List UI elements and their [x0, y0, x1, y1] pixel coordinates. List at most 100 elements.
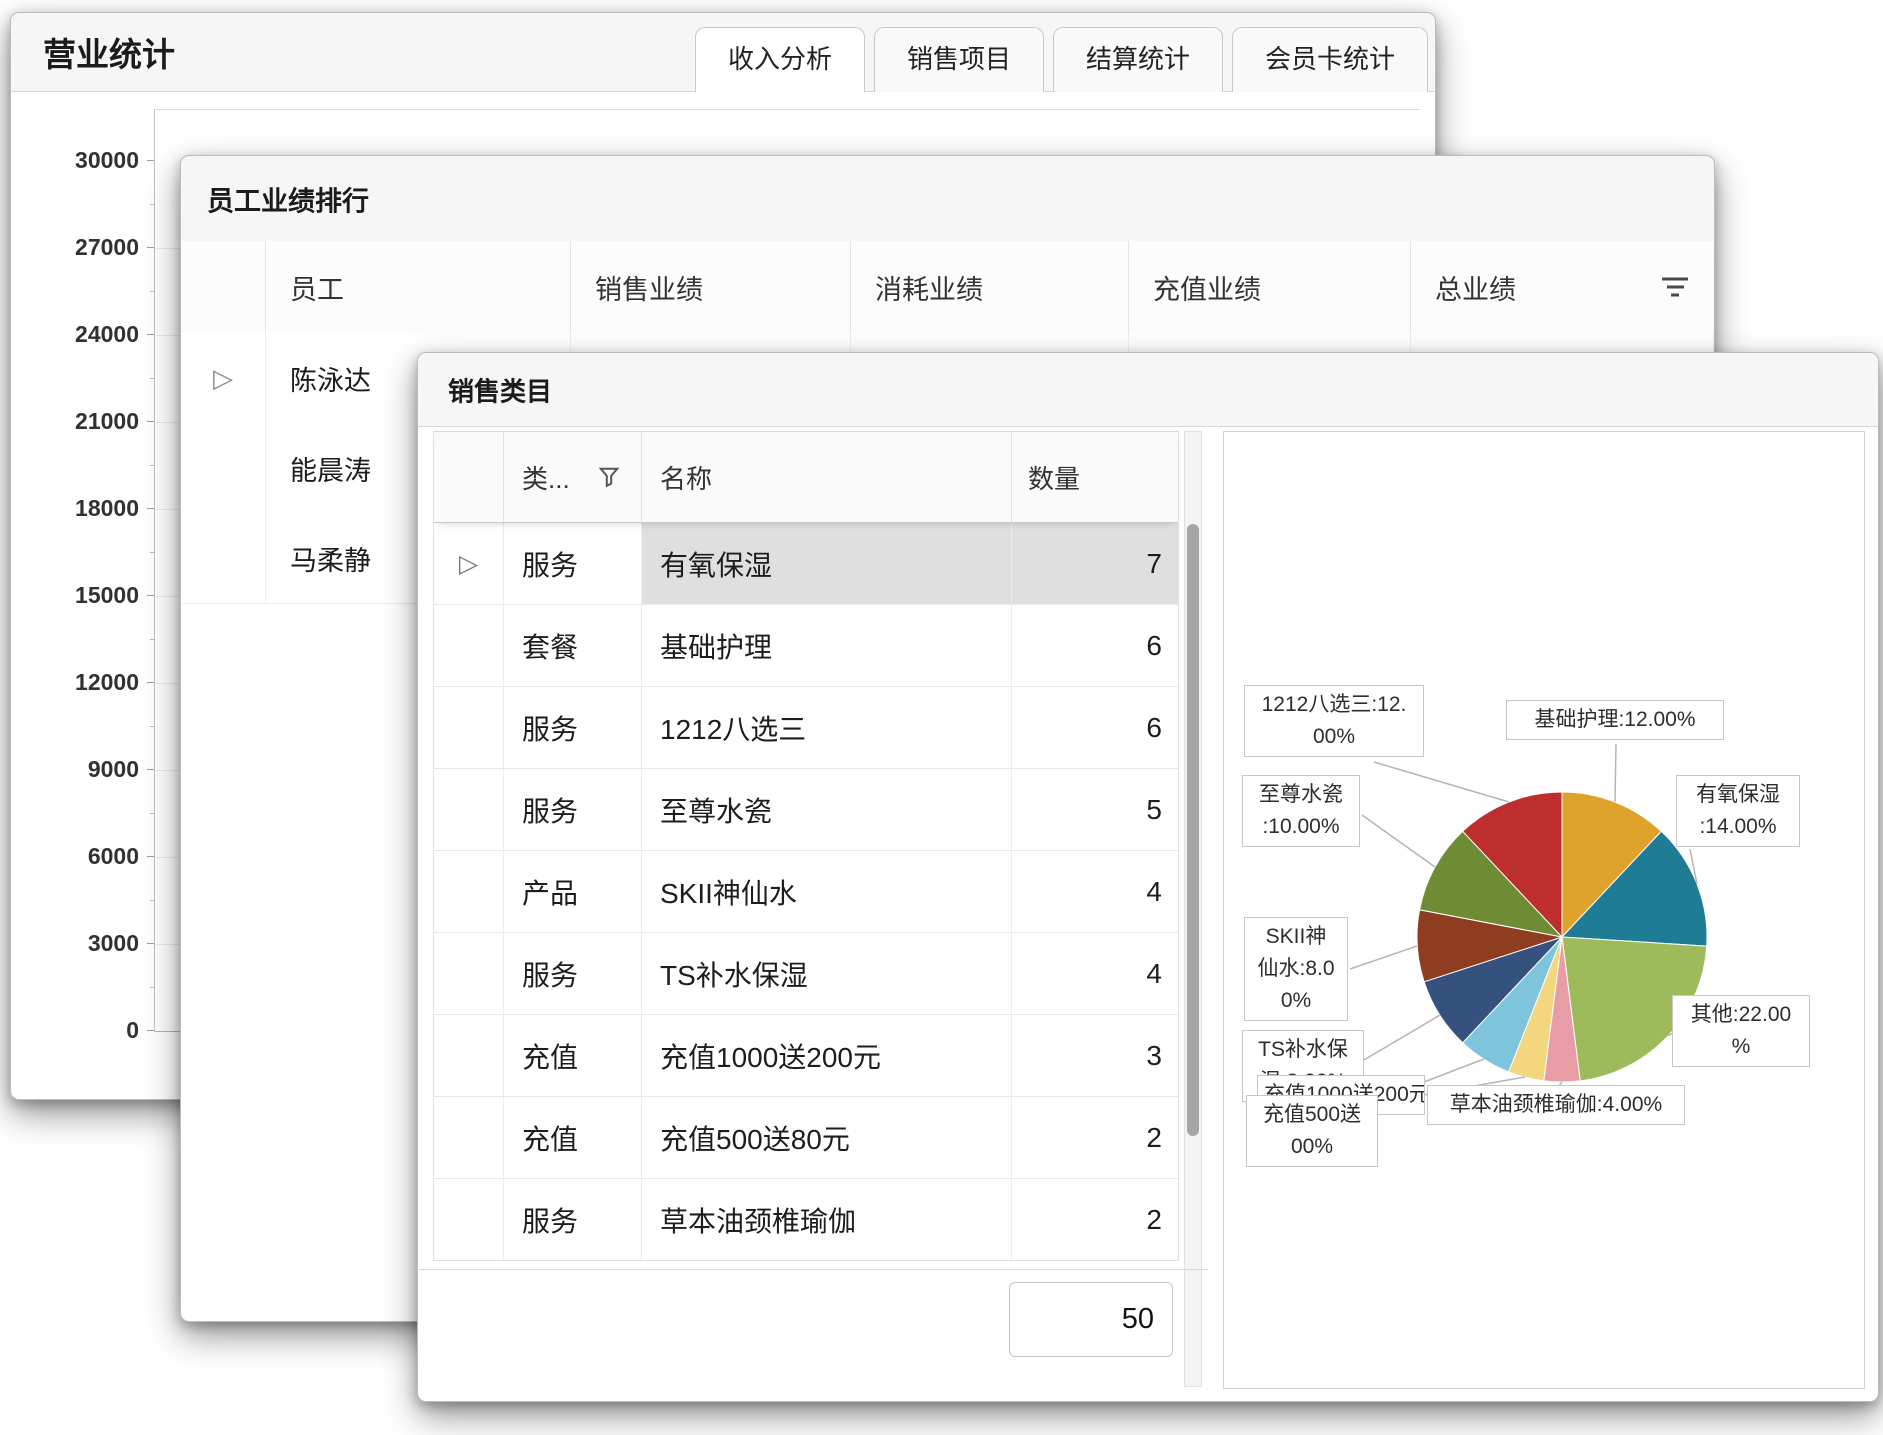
qty-cell: 4: [1012, 851, 1178, 932]
column-header-label: 消耗业绩: [875, 268, 983, 307]
employee-ranking-title: 员工业绩排行: [207, 179, 369, 218]
pie-slices: [1417, 792, 1707, 1082]
pie-label-line: 草本油颈椎瑜伽:4.00%: [1434, 1089, 1678, 1121]
row-expand-cell: [434, 1179, 504, 1260]
pie-label-line: 其他:22.00: [1679, 999, 1803, 1031]
tab-销售项目[interactable]: 销售项目: [874, 27, 1044, 92]
pie-label-line: 1212八选三:12.: [1251, 689, 1417, 721]
row-expand-cell: [434, 687, 504, 768]
filter-funnel-icon[interactable]: [598, 466, 620, 488]
sales-row[interactable]: 服务草本油颈椎瑜伽2: [434, 1178, 1178, 1260]
category-column-label: 类...: [522, 459, 570, 496]
name-cell: SKII神仙水: [642, 851, 1012, 932]
pie-label-line: :14.00%: [1683, 811, 1793, 843]
sales-category-table: 类... 名称 数量 ▷服务有氧保湿7套餐基础护理6服务1212八选三6服务至尊…: [433, 431, 1179, 1261]
sales-row[interactable]: 服务TS补水保湿4: [434, 932, 1178, 1014]
pie-label-ljichu: 基础护理:12.00%: [1506, 700, 1724, 740]
y-axis-minor-tick: [150, 291, 154, 292]
pie-label-line: TS补水保: [1249, 1034, 1357, 1066]
category-cell: 充值: [504, 1015, 642, 1096]
sales-row[interactable]: 产品SKII神仙水4: [434, 850, 1178, 932]
sales-row[interactable]: 充值充值500送80元2: [434, 1096, 1178, 1178]
row-expand-cell: [434, 1015, 504, 1096]
y-axis-major-tick: [147, 247, 154, 248]
column-header-总业绩: 总业绩: [1411, 241, 1714, 333]
pie-label-line: 基础护理:12.00%: [1513, 704, 1717, 736]
employee-ranking-titlebar: 员工业绩排行: [181, 156, 1714, 242]
row-expand-cell: [434, 851, 504, 932]
pie-label-line: SKII神: [1251, 921, 1341, 953]
y-axis-tick-label: 24000: [25, 318, 139, 350]
y-axis-tick-label: 3000: [25, 927, 139, 959]
summary-divider: [419, 1269, 1208, 1270]
sales-table-header: 类... 名称 数量: [434, 432, 1178, 523]
category-cell: 服务: [504, 687, 642, 768]
category-cell: 服务: [504, 523, 642, 604]
qty-cell: 6: [1012, 687, 1178, 768]
y-axis-major-tick: [147, 508, 154, 509]
pie-label-lskii: SKII神仙水:8.00%: [1244, 917, 1348, 1021]
y-axis-minor-tick: [150, 813, 154, 814]
row-expand-cell: [434, 605, 504, 686]
pie-label-lqita: 其他:22.00%: [1672, 995, 1810, 1067]
y-axis-minor-tick: [150, 552, 154, 553]
name-cell: TS补水保湿: [642, 933, 1012, 1014]
y-axis-major-tick: [147, 856, 154, 857]
tab-结算统计[interactable]: 结算统计: [1053, 27, 1223, 92]
tab-收入分析[interactable]: 收入分析: [695, 27, 865, 92]
y-axis-major-tick: [147, 682, 154, 683]
category-cell: 服务: [504, 769, 642, 850]
sales-row[interactable]: ▷服务有氧保湿7: [434, 523, 1178, 604]
pie-label-l1212: 1212八选三:12.00%: [1244, 685, 1424, 757]
row-expand-cell: [434, 769, 504, 850]
sales-category-titlebar: 销售类目: [418, 353, 1878, 427]
column-filter-icon[interactable]: [1662, 278, 1688, 297]
y-axis-minor-tick: [150, 378, 154, 379]
y-axis-major-tick: [147, 769, 154, 770]
pie-chart-panel: 1212八选三:12.00%基础护理:12.00%有氧保湿:14.00%至尊水瓷…: [1223, 431, 1865, 1389]
column-header-label: 员工: [290, 268, 344, 307]
sales-row[interactable]: 充值充值1000送200元3: [434, 1014, 1178, 1096]
row-expand-arrow[interactable]: ▷: [181, 333, 266, 423]
pie-label-lcz500: 充值500送00%: [1246, 1095, 1378, 1167]
pie-label-lzhizun: 至尊水瓷:10.00%: [1242, 775, 1360, 847]
qty-summary-box: 50: [1009, 1282, 1173, 1357]
y-axis-minor-tick: [150, 900, 154, 901]
tab-strip: 收入分析销售项目结算统计会员卡统计: [695, 27, 1428, 92]
y-axis-major-tick: [147, 943, 154, 944]
row-expand-cell: [434, 933, 504, 1014]
tab-会员卡统计[interactable]: 会员卡统计: [1232, 27, 1428, 92]
sales-row[interactable]: 套餐基础护理6: [434, 604, 1178, 686]
vertical-scrollbar[interactable]: [1184, 431, 1202, 1387]
pie-chart: [1224, 432, 1864, 1388]
sales-row[interactable]: 服务至尊水瓷5: [434, 768, 1178, 850]
name-column-label: 名称: [660, 459, 712, 496]
column-header-label: 销售业绩: [595, 268, 703, 307]
y-axis-major-tick: [147, 421, 154, 422]
pie-label-line: 有氧保湿: [1683, 779, 1793, 811]
qty-cell: 2: [1012, 1179, 1178, 1260]
sales-row[interactable]: 服务1212八选三6: [434, 686, 1178, 768]
qty-summary-total: 50: [1122, 1303, 1154, 1336]
pie-label-line: 00%: [1253, 1131, 1371, 1163]
column-header-label: 充值业绩: [1153, 268, 1261, 307]
sales-category-title: 销售类目: [448, 371, 552, 408]
name-column-header: 名称: [642, 432, 1012, 522]
column-header-销售业绩: 销售业绩: [571, 241, 851, 333]
employee-table-header: 员工 销售业绩 消耗业绩 充值业绩 总业绩: [181, 241, 1714, 334]
y-axis-minor-tick: [150, 987, 154, 988]
category-column-header: 类...: [504, 432, 642, 522]
qty-cell: 2: [1012, 1097, 1178, 1178]
y-axis-major-tick: [147, 160, 154, 161]
name-cell: 1212八选三: [642, 687, 1012, 768]
row-expand-arrow[interactable]: ▷: [434, 523, 504, 604]
y-axis-tick-label: 0: [25, 1014, 139, 1046]
y-axis-tick-label: 21000: [25, 405, 139, 437]
y-axis-minor-tick: [150, 639, 154, 640]
qty-cell: 6: [1012, 605, 1178, 686]
qty-column-label: 数量: [1028, 459, 1080, 496]
category-cell: 产品: [504, 851, 642, 932]
scrollbar-thumb[interactable]: [1187, 524, 1199, 1136]
y-axis-tick-label: 9000: [25, 753, 139, 785]
business-stats-titlebar: 营业统计 收入分析销售项目结算统计会员卡统计: [11, 13, 1435, 92]
